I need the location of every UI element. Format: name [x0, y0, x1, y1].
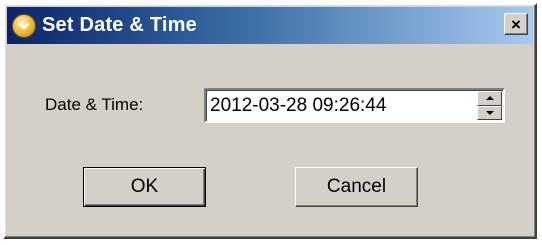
clock-icon	[12, 13, 36, 38]
spin-down-button[interactable]	[477, 105, 502, 120]
arrow-up-icon	[485, 96, 494, 101]
spin-up-button[interactable]	[477, 91, 502, 106]
ok-button-label: OK	[130, 176, 159, 197]
cancel-button[interactable]: Cancel	[295, 167, 418, 207]
close-button[interactable]: ×	[504, 13, 528, 35]
ok-button[interactable]: OK	[83, 167, 206, 207]
date-time-picker[interactable]: 2012-03-28 09:26:44	[204, 88, 505, 123]
title-bar[interactable]: Set Date & Time ×	[7, 7, 533, 44]
close-icon: ×	[511, 14, 521, 34]
date-time-value[interactable]: 2012-03-28 09:26:44	[210, 95, 386, 117]
set-date-time-dialog: Set Date & Time × Date & Time: 2012-03-2…	[3, 3, 537, 239]
arrow-down-icon	[485, 110, 494, 115]
dialog-title: Set Date & Time	[42, 14, 197, 36]
date-time-spinner	[477, 91, 502, 120]
date-time-label: Date & Time:	[45, 95, 144, 114]
cancel-button-label: Cancel	[326, 176, 387, 197]
